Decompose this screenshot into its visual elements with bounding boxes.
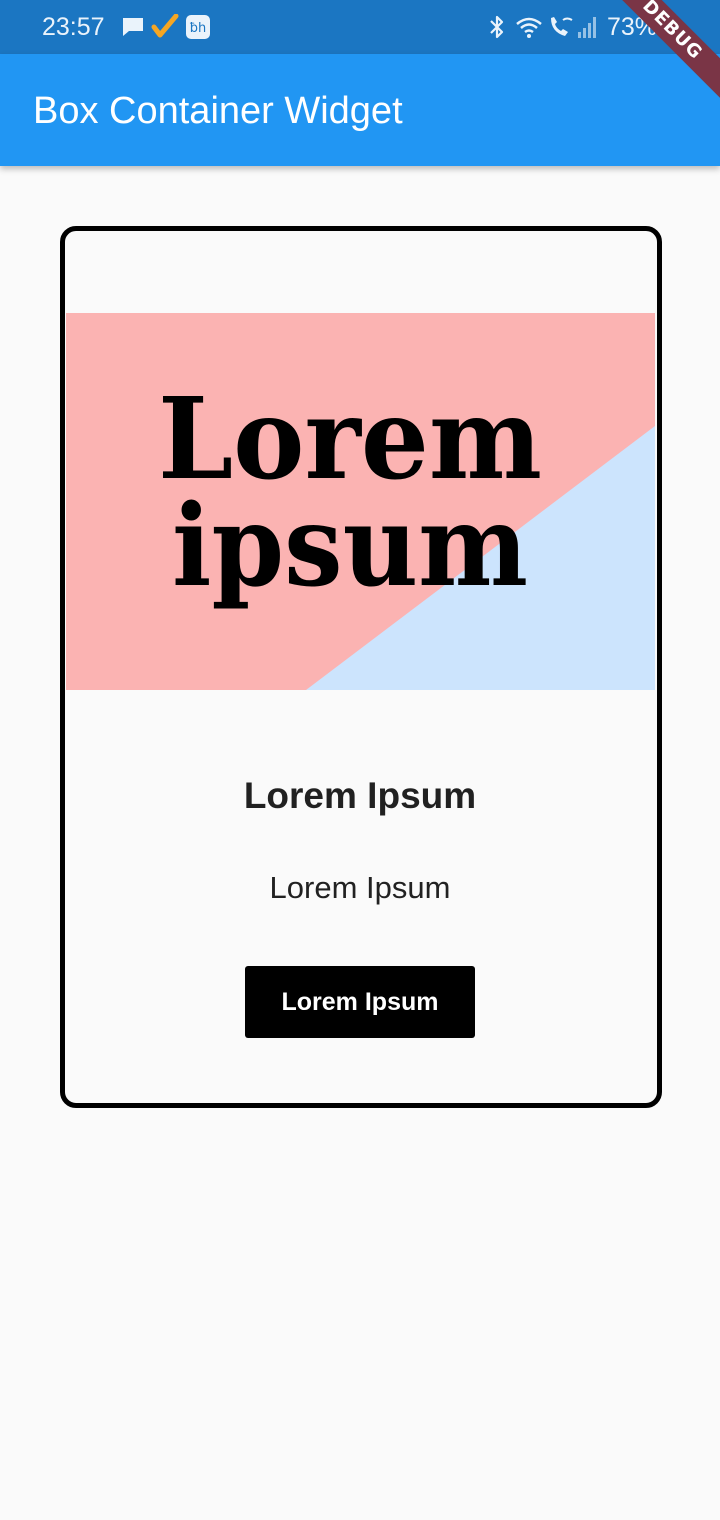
image-text-line2: ipsum bbox=[172, 481, 528, 612]
checkmark-icon bbox=[151, 14, 179, 38]
card-action-button[interactable]: Lorem Ipsum bbox=[245, 966, 475, 1038]
bluetooth-icon bbox=[490, 15, 504, 39]
app-bar: Box Container Widget bbox=[0, 54, 720, 166]
message-icon bbox=[123, 18, 143, 36]
lorem-ipsum-graphic: Lorem ipsum bbox=[66, 313, 655, 690]
box-container-card: Lorem ipsum Lorem Ipsum Lorem Ipsum Lore… bbox=[60, 226, 662, 1108]
signal-icon bbox=[578, 17, 596, 38]
hero-image: Lorem ipsum bbox=[66, 313, 655, 690]
card-subtitle: Lorem Ipsum bbox=[269, 870, 451, 905]
wifi-icon bbox=[516, 17, 542, 38]
card-title: Lorem Ipsum bbox=[243, 775, 477, 816]
status-bar: 23:57 ƀh 73% bbox=[0, 0, 720, 54]
app-badge-icon: ƀh bbox=[186, 15, 210, 39]
svg-text:ƀh: ƀh bbox=[190, 21, 207, 36]
status-time: 23:57 bbox=[42, 13, 105, 41]
page-title: Box Container Widget bbox=[33, 90, 403, 132]
wifi-calling-icon bbox=[551, 17, 573, 36]
